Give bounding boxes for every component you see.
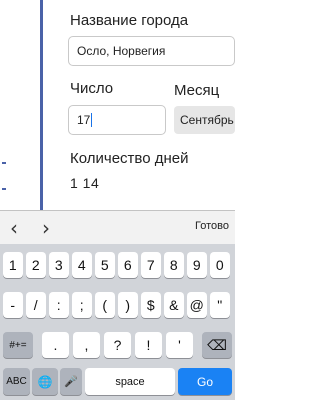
punctuation-key[interactable]: . [42,332,69,358]
text-cursor [91,113,93,127]
on-screen-keyboard: ‹ › Готово 1234567890 - /:;() $ & @ " #+= .,?… [0,210,235,400]
days-label: Количество дней [70,150,189,167]
digit-key[interactable]: 2 [26,252,46,278]
digit-key[interactable]: 9 [187,252,207,278]
digit-key[interactable]: 7 [141,252,161,278]
number-input-value: 17 [77,113,91,127]
punctuation-key[interactable]: ! [135,332,162,358]
microphone-key[interactable]: 🎤 [60,368,82,395]
symbol-key[interactable]: $ [141,292,161,318]
month-label: Месяц [174,82,220,99]
symbol-key[interactable]: & [164,292,184,318]
symbol-key[interactable]: / [26,292,46,318]
punctuation-key[interactable]: ? [104,332,131,358]
digit-key[interactable]: 6 [118,252,138,278]
symbol-key[interactable]: ) [118,292,138,318]
digit-key[interactable]: 4 [72,252,92,278]
city-input[interactable]: Осло, Норвегия [68,36,235,66]
done-button[interactable]: Готово [195,220,229,232]
more-symbols-key[interactable]: #+= [3,332,33,358]
left-panel-divider [40,0,43,210]
left-panel-marker [2,162,6,164]
digit-key[interactable]: 5 [95,252,115,278]
symbol-key[interactable]: ( [95,292,115,318]
left-panel-marker [2,188,6,190]
number-label: Число [70,80,114,97]
punctuation-key[interactable]: ' [166,332,193,358]
digit-key[interactable]: 0 [210,252,230,278]
abc-key[interactable]: ABC [3,368,30,395]
symbol-key[interactable]: - [3,292,23,318]
city-input-value: Осло, Норвегия [77,44,166,58]
keyboard-toolbar: ‹ › Готово [0,210,235,244]
go-key[interactable]: Go [178,368,232,395]
symbol-key[interactable]: ; [72,292,92,318]
city-label: Название города [70,12,189,29]
month-select[interactable]: Сентябрь [174,106,235,134]
next-field-button[interactable]: › [42,216,50,240]
symbol-key[interactable]: " [210,292,230,318]
symbol-key[interactable]: @ [187,292,207,318]
month-select-value: Сентябрь [180,113,234,127]
digit-key[interactable]: 8 [164,252,184,278]
symbol-key[interactable]: : [49,292,69,318]
digit-key[interactable]: 3 [49,252,69,278]
backspace-key[interactable]: ⌫ [202,332,232,358]
days-value: 1 14 [70,175,100,191]
digit-key[interactable]: 1 [3,252,23,278]
punctuation-key[interactable]: , [73,332,100,358]
trip-form: Название города Осло, Норвегия Число Мес… [58,0,235,210]
space-key[interactable]: space [85,368,175,395]
previous-field-button[interactable]: ‹ [10,216,18,240]
globe-key[interactable]: 🌐 [32,368,58,395]
number-input[interactable]: 17 [68,105,166,135]
